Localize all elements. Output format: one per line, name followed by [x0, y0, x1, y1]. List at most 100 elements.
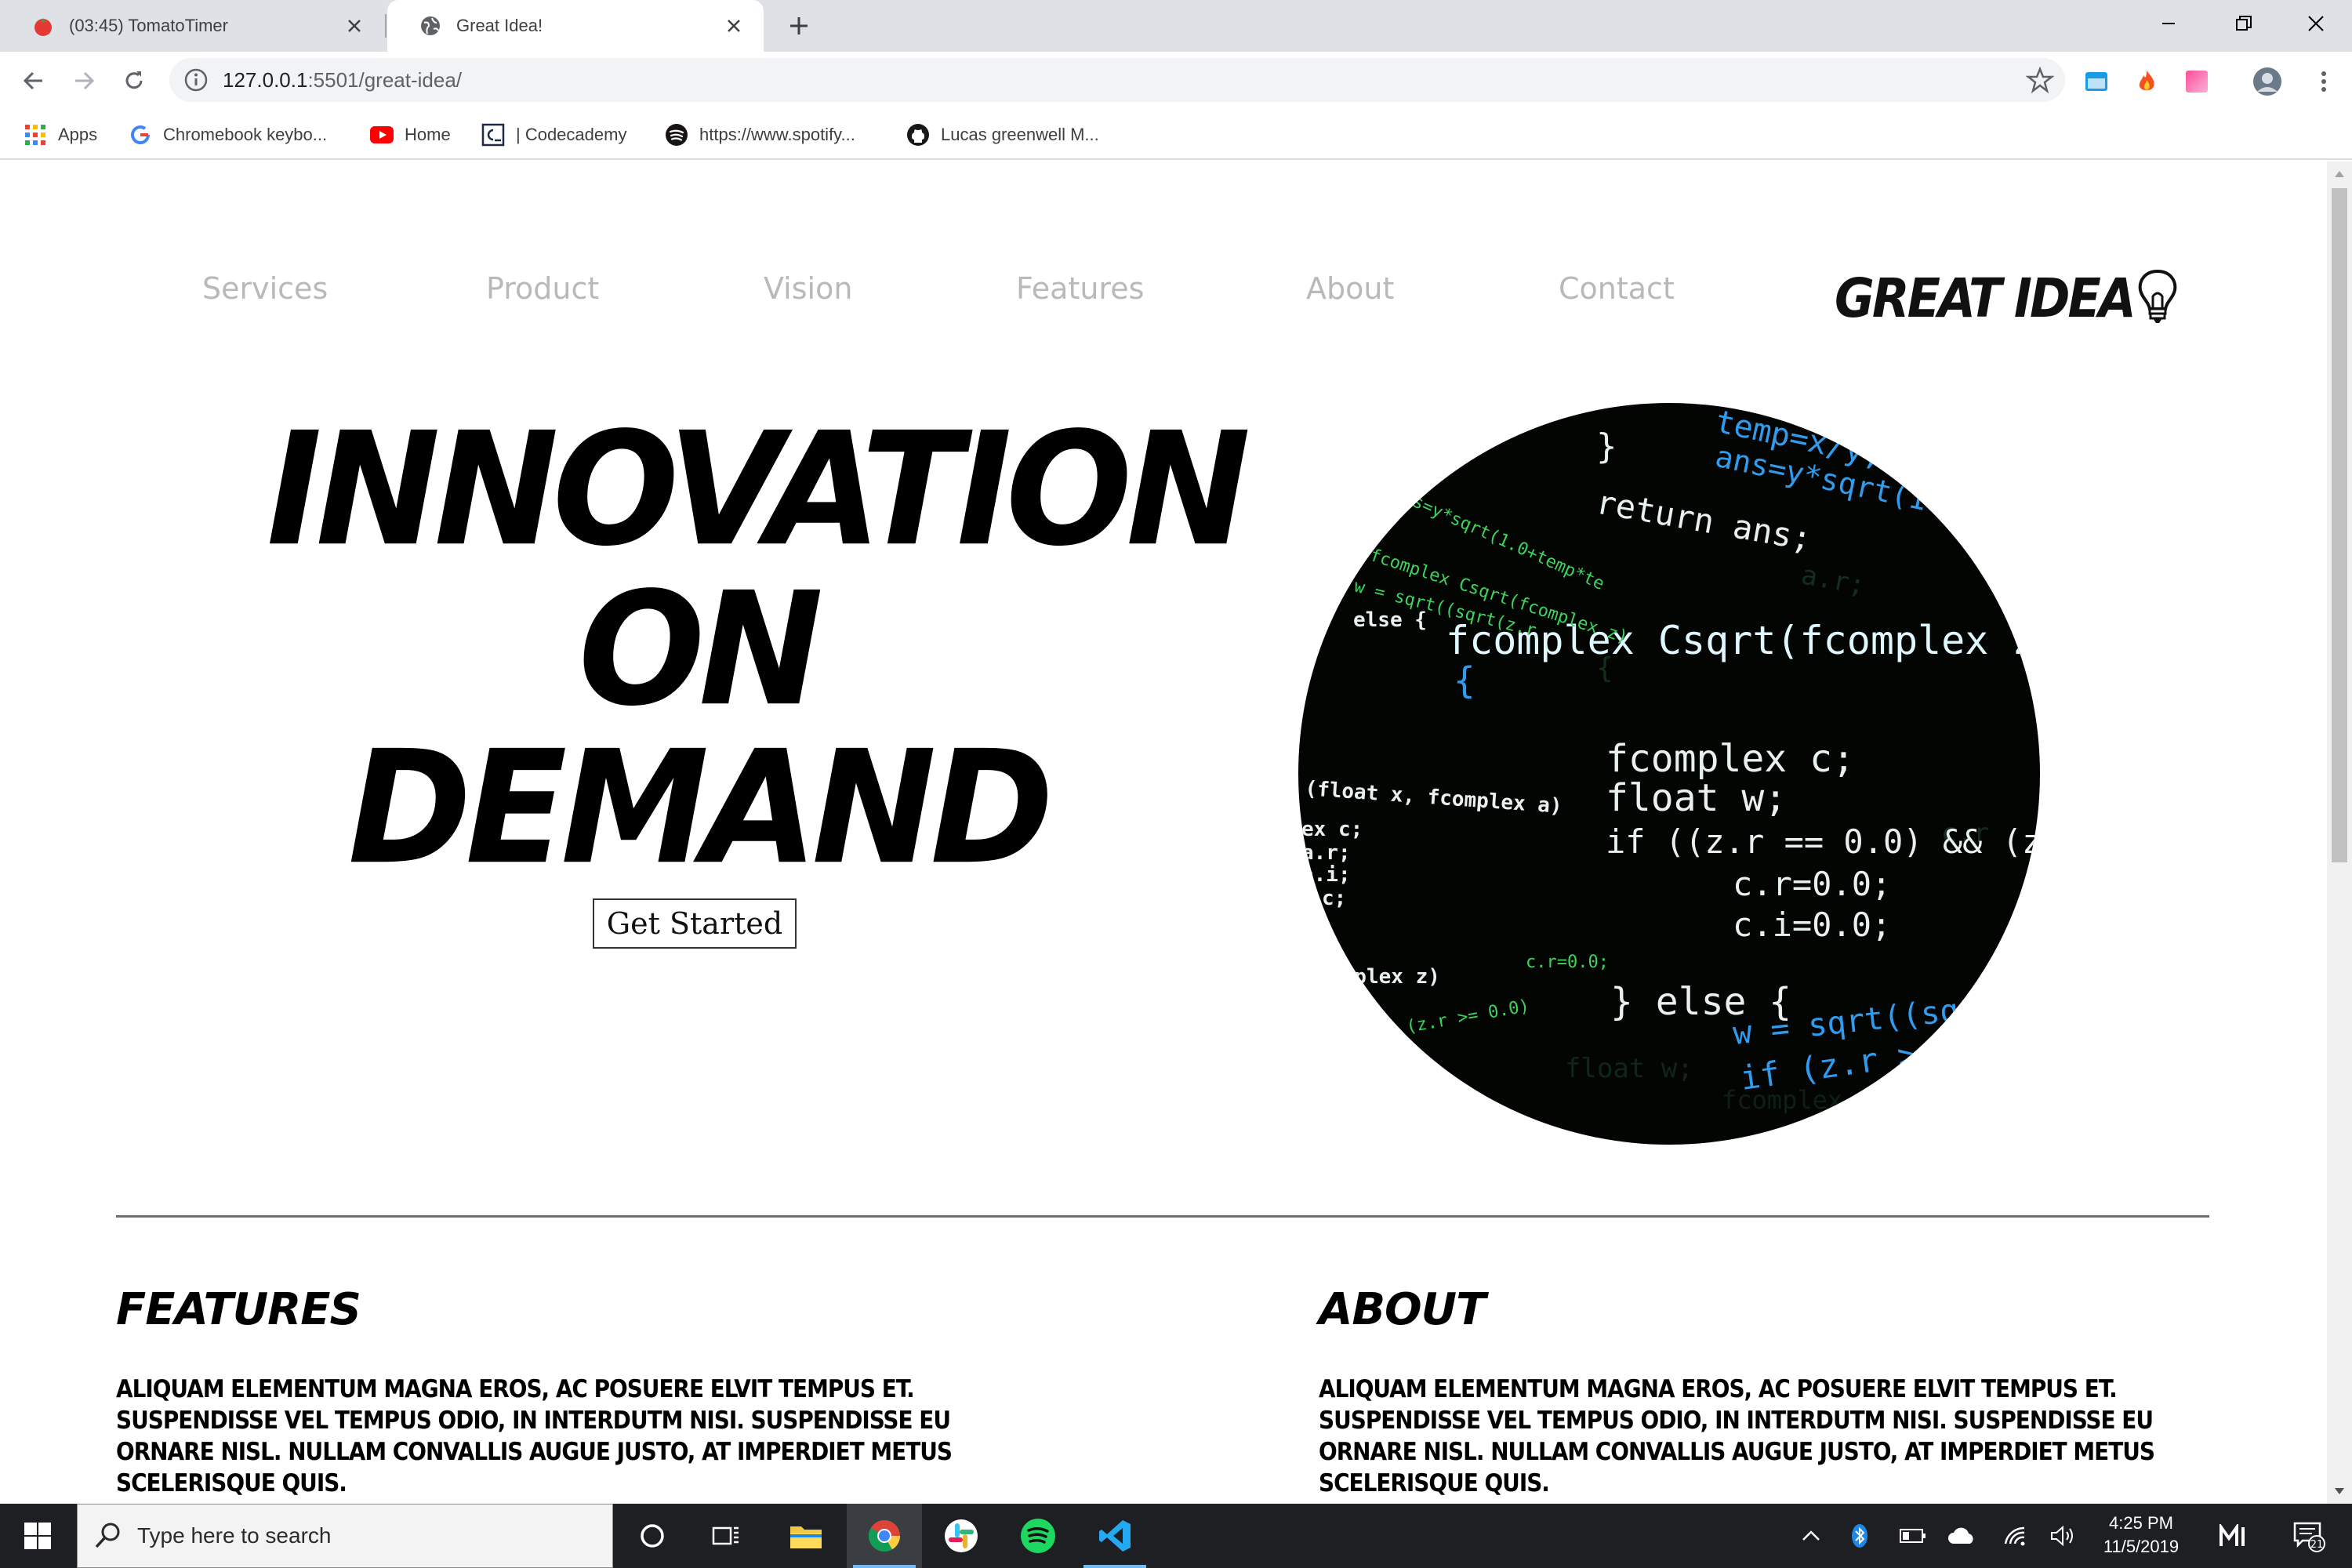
- close-tab-icon[interactable]: [339, 10, 370, 42]
- folder-icon: [790, 1526, 822, 1548]
- slack-icon: [945, 1519, 978, 1552]
- tab-title: Great Idea!: [456, 16, 543, 35]
- features-heading: FEATURES: [116, 1284, 361, 1335]
- vscode-icon: [1099, 1520, 1131, 1552]
- globe-icon: [419, 14, 442, 38]
- github-icon: [906, 123, 930, 147]
- clock-date: 11/5/2019: [2103, 1537, 2180, 1556]
- features-body: Aliquam elementum magna eros, ac posuere…: [116, 1375, 953, 1497]
- url-path: :5501/great-idea/: [307, 68, 463, 92]
- hero-headline-line-2: ON: [578, 558, 824, 741]
- cortana-button[interactable]: [615, 1504, 690, 1568]
- wifi-icon: [2004, 1526, 2025, 1546]
- extension-fire-icon[interactable]: [2131, 66, 2162, 97]
- windows-logo-icon: [24, 1523, 51, 1549]
- bookmark-star-icon[interactable]: [2026, 66, 2054, 94]
- close-tab-icon[interactable]: [718, 10, 750, 42]
- taskbar-spotify[interactable]: [1000, 1504, 1076, 1568]
- get-started-button[interactable]: Get Started: [593, 898, 797, 949]
- bookmark-label: Home: [405, 125, 451, 144]
- minimize-button[interactable]: [2132, 0, 2205, 47]
- apps-grid-icon: [24, 123, 47, 147]
- start-button[interactable]: [0, 1504, 75, 1568]
- bookmark-spotify[interactable]: https://www.spotify...: [665, 110, 855, 160]
- chrome-menu-icon[interactable]: [2308, 66, 2339, 97]
- bookmark-label: | Codecademy: [516, 125, 627, 144]
- spotify-icon: [1021, 1519, 1055, 1553]
- taskbar-app-m[interactable]: [2211, 1504, 2258, 1568]
- code-line: c;: [1322, 887, 1346, 910]
- speaker-icon: [2051, 1525, 2073, 1547]
- scroll-up-icon[interactable]: [2333, 168, 2346, 180]
- lightbulb-icon: [2138, 269, 2177, 323]
- bluetooth-tray[interactable]: [1844, 1504, 1875, 1568]
- onedrive-tray[interactable]: [1944, 1504, 1979, 1568]
- code-line: return ans;: [1593, 483, 1814, 559]
- bookmark-label: Apps: [58, 125, 98, 144]
- bookmark-github[interactable]: Lucas greenwell M...: [906, 110, 1099, 160]
- running-app-indicator: [1083, 1565, 1146, 1568]
- action-center-button[interactable]: 21: [2281, 1504, 2336, 1568]
- battery-tray[interactable]: [1896, 1504, 1930, 1568]
- new-tab-button[interactable]: [782, 9, 815, 42]
- tab-great-idea[interactable]: Great Idea!: [387, 0, 764, 52]
- bookmarks-bar: Apps Chromebook keybo... Home | Codecade…: [0, 110, 2352, 160]
- taskbar-vscode[interactable]: [1077, 1504, 1152, 1568]
- taskbar-chrome[interactable]: [847, 1504, 922, 1568]
- chevron-up-icon: [1802, 1530, 1820, 1541]
- profile-avatar-icon[interactable]: [2252, 66, 2283, 97]
- browser-tab-strip: (03:45) TomatoTimer Great Idea!: [0, 0, 2352, 52]
- taskbar-clock[interactable]: 4:25 PM 11/5/2019: [2090, 1512, 2192, 1559]
- extension-window-icon[interactable]: [2081, 66, 2112, 97]
- reload-button[interactable]: [116, 63, 152, 99]
- bookmark-label: Lucas greenwell M...: [941, 125, 1099, 144]
- tomato-icon: [31, 14, 55, 38]
- code-line: else {: [1353, 608, 1427, 632]
- task-view-icon: [712, 1526, 739, 1545]
- page-viewport: Services Product Vision Features About C…: [0, 162, 2327, 1504]
- scroll-thumb[interactable]: [2332, 188, 2347, 862]
- search-icon: [95, 1523, 120, 1548]
- extension-gradient-icon[interactable]: [2181, 66, 2212, 97]
- bookmark-home[interactable]: Home: [370, 110, 451, 160]
- forward-button[interactable]: [66, 63, 102, 99]
- show-hidden-icons-button[interactable]: [1795, 1504, 1827, 1568]
- url-host: 127.0.0.1: [223, 68, 308, 92]
- brand-logo[interactable]: GREAT IDEA: [1835, 267, 2180, 329]
- taskbar-search-box[interactable]: Type here to search: [77, 1504, 613, 1568]
- taskbar-file-explorer[interactable]: [768, 1504, 844, 1568]
- nav-link-services[interactable]: Services: [202, 271, 328, 306]
- chrome-icon: [869, 1520, 900, 1552]
- code-line: ex c;: [1301, 818, 1363, 841]
- page-scrollbar[interactable]: [2327, 162, 2352, 1504]
- bookmark-apps[interactable]: Apps: [24, 110, 97, 160]
- bookmark-codecademy[interactable]: | Codecademy: [481, 110, 626, 160]
- nav-link-contact[interactable]: Contact: [1559, 271, 1675, 306]
- code-line: a.r;: [1301, 841, 1351, 865]
- restore-button[interactable]: [2208, 0, 2280, 47]
- tab-separator: [385, 14, 387, 38]
- task-view-button[interactable]: [690, 1504, 765, 1568]
- nav-link-product[interactable]: Product: [486, 271, 599, 306]
- code-line: if ((z.r == 0.0) && (z.i == 0.0)) {: [1606, 822, 2040, 861]
- hero-headline-line-1: INNOVATION: [267, 398, 1250, 581]
- tab-tomatotimer[interactable]: (03:45) TomatoTimer: [0, 0, 384, 52]
- bookmark-chromebook[interactable]: Chromebook keybo...: [129, 110, 327, 160]
- code-line: c.r=0.0;: [1733, 865, 1891, 903]
- nav-link-about[interactable]: About: [1306, 271, 1394, 306]
- taskbar-slack[interactable]: [924, 1504, 999, 1568]
- section-divider: [116, 1215, 2209, 1218]
- volume-tray[interactable]: [2048, 1504, 2079, 1568]
- address-bar[interactable]: 127.0.0.1:5501/great-idea/: [169, 58, 2065, 102]
- wifi-tray[interactable]: [1999, 1504, 2031, 1568]
- cortana-circle-icon: [641, 1524, 664, 1548]
- nav-link-features[interactable]: Features: [1016, 271, 1144, 306]
- info-icon[interactable]: [183, 67, 209, 93]
- active-app-indicator: [853, 1565, 916, 1568]
- nav-link-vision[interactable]: Vision: [764, 271, 852, 306]
- url-text[interactable]: 127.0.0.1:5501/great-idea/: [223, 58, 462, 102]
- back-button[interactable]: [16, 63, 52, 99]
- close-window-button[interactable]: [2280, 0, 2352, 47]
- scroll-down-icon[interactable]: [2333, 1485, 2346, 1497]
- spotify-icon: [665, 123, 688, 147]
